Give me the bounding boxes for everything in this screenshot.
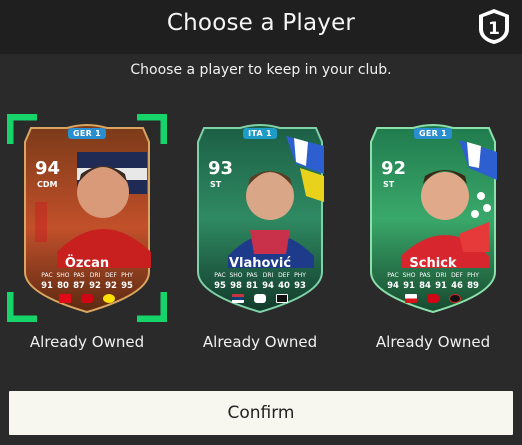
owned-status-schick: Already Owned xyxy=(375,333,491,351)
player-rating: 93 xyxy=(208,158,234,179)
league-tag: ITA 1 xyxy=(243,128,277,139)
player-position: ST xyxy=(210,180,222,189)
player-name: Vlahović xyxy=(228,256,292,271)
player-rating: 94 xyxy=(35,158,61,179)
stat-values: 95 98 81 94 40 93 xyxy=(214,281,306,291)
bundesliga-icon xyxy=(81,294,93,303)
stat-values: 94 91 84 91 46 89 xyxy=(387,281,479,291)
player-name: Özcan xyxy=(64,256,110,271)
czech-flag-icon xyxy=(405,294,417,303)
stat-labels: PAC SHO PAS DRI DEF PHY xyxy=(41,272,133,279)
player-card-face: GER 1 94 CDM Özcan PAC SHO PAS DRI DEF PHY 91… xyxy=(17,122,157,314)
owned-status-ozcan: Already Owned xyxy=(29,333,145,351)
stat-labels: PAC SHO PAS DRI DEF PHY xyxy=(387,272,479,279)
league-tag: GER 1 xyxy=(413,128,453,139)
bundesliga-icon xyxy=(427,294,439,303)
leverkusen-badge-icon xyxy=(449,294,461,303)
player-name: Schick xyxy=(409,256,457,271)
dialog-header: Choose a Player 1 xyxy=(0,0,522,54)
turkey-flag-icon xyxy=(59,294,71,303)
league-tag: GER 1 xyxy=(67,128,107,139)
club-logo-icon: 1 xyxy=(479,9,509,44)
serie-a-icon xyxy=(254,294,266,303)
owned-status-vlahovic: Already Owned xyxy=(202,333,318,351)
dialog-subtitle: Choose a player to keep in your club. xyxy=(130,62,392,78)
player-position: ST xyxy=(383,180,395,189)
player-card-vlahovic[interactable]: ITA 1 93 ST Vlahović PAC SHO PAS DRI DEF PHY … xyxy=(180,118,340,318)
player-card-ozcan[interactable]: GER 1 94 CDM Özcan PAC SHO PAS DRI DEF PHY 91… xyxy=(7,114,167,322)
confirm-button[interactable]: Confirm xyxy=(9,391,513,435)
stat-values: 91 80 87 92 92 95 xyxy=(41,281,133,291)
svg-text:1: 1 xyxy=(488,19,500,39)
serbia-flag-icon xyxy=(232,294,244,303)
player-position: CDM xyxy=(37,180,58,189)
player-rating: 92 xyxy=(381,158,407,179)
stat-labels: PAC SHO PAS DRI DEF PHY xyxy=(214,272,306,279)
juventus-badge-icon xyxy=(276,294,288,303)
player-card-face: ITA 1 93 ST Vlahović PAC SHO PAS DRI DEF PHY … xyxy=(190,122,330,314)
player-card-schick[interactable]: GER 1 92 ST Schick PAC SHO PAS DRI DEF PHY 94… xyxy=(353,118,513,318)
player-card-face: GER 1 92 ST Schick PAC SHO PAS DRI DEF PHY 94… xyxy=(363,122,503,314)
dortmund-badge-icon xyxy=(103,294,115,303)
dialog-title: Choose a Player xyxy=(166,10,356,36)
